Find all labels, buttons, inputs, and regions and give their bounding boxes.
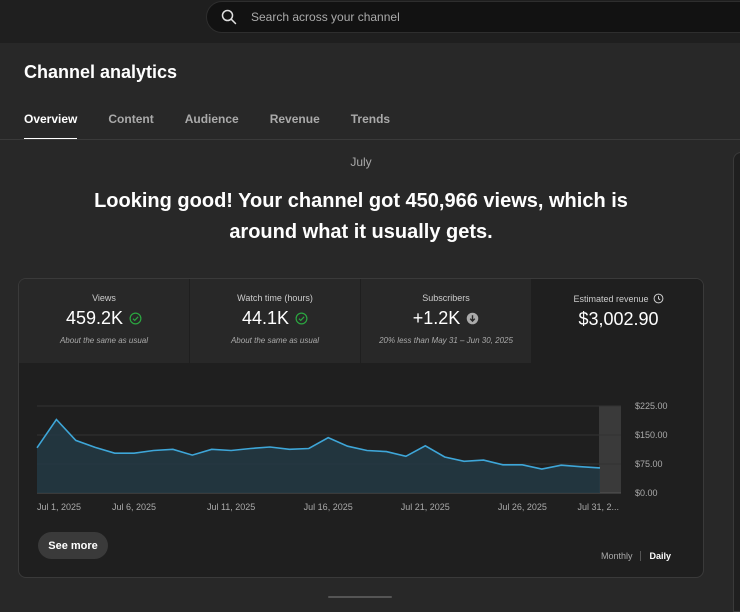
revenue-chart[interactable]: $225.00 $150.00 $75.00 $0.00 Jul 1, 2025 Jul … bbox=[19, 363, 704, 523]
see-more-button[interactable]: See more bbox=[38, 532, 108, 559]
metric-watch-time[interactable]: Watch time (hours) 44.1K About the same … bbox=[190, 279, 361, 363]
y-tick-label: $0.00 bbox=[635, 488, 658, 498]
search-icon bbox=[221, 9, 237, 25]
page-title: Channel analytics bbox=[24, 62, 178, 82]
metrics-row: Views 459.2K About the same as usual Wat… bbox=[19, 279, 703, 363]
metric-label: Subscribers bbox=[422, 293, 470, 303]
arrow-down-circle-icon bbox=[467, 312, 479, 325]
tabs-divider bbox=[0, 139, 740, 140]
today-highlight-band bbox=[599, 406, 621, 493]
x-tick-label: Jul 6, 2025 bbox=[112, 502, 156, 512]
tab-revenue[interactable]: Revenue bbox=[270, 112, 320, 140]
x-tick-label: Jul 1, 2025 bbox=[37, 502, 81, 512]
monthly-option[interactable]: Monthly bbox=[601, 551, 633, 561]
metric-note: 20% less than May 31 – Jun 30, 2025 bbox=[379, 336, 513, 345]
metric-value: $3,002.90 bbox=[578, 309, 659, 329]
x-tick-label: Jul 26, 2025 bbox=[498, 502, 547, 512]
top-bar bbox=[0, 0, 740, 43]
tab-audience[interactable]: Audience bbox=[185, 112, 239, 140]
search-input[interactable] bbox=[251, 10, 671, 24]
metric-value: +1.2K bbox=[412, 308, 461, 328]
toggle-divider bbox=[640, 551, 642, 561]
side-panel-edge bbox=[733, 152, 740, 612]
tab-trends[interactable]: Trends bbox=[351, 112, 390, 140]
metric-label: Estimated revenue bbox=[573, 293, 649, 304]
check-circle-icon bbox=[295, 312, 308, 325]
y-tick-label: $225.00 bbox=[635, 401, 668, 411]
tab-content[interactable]: Content bbox=[108, 112, 153, 140]
x-tick-label: Jul 11, 2025 bbox=[207, 502, 255, 512]
metric-views[interactable]: Views 459.2K About the same as usual bbox=[19, 279, 190, 363]
scroll-indicator bbox=[328, 596, 392, 598]
granularity-toggle: Monthly Daily bbox=[601, 551, 671, 561]
tab-overview[interactable]: Overview bbox=[24, 112, 78, 140]
metric-label: Watch time (hours) bbox=[237, 293, 313, 303]
metric-label: Views bbox=[92, 293, 116, 303]
metric-estimated-revenue[interactable]: Estimated revenue $3,002.90 bbox=[532, 279, 703, 363]
x-tick-label: Jul 21, 2025 bbox=[401, 502, 450, 512]
y-tick-label: $75.00 bbox=[635, 459, 663, 469]
x-tick-label: Jul 16, 2025 bbox=[304, 502, 353, 512]
search-box[interactable] bbox=[206, 1, 740, 33]
summary-headline: Looking good! Your channel got 450,966 v… bbox=[94, 190, 628, 243]
daily-option[interactable]: Daily bbox=[649, 551, 671, 561]
metric-subscribers[interactable]: Subscribers +1.2K 20% less than May 31 –… bbox=[361, 279, 532, 363]
clock-icon bbox=[653, 293, 663, 304]
check-circle-icon bbox=[129, 312, 142, 325]
metric-value: 44.1K bbox=[241, 308, 290, 328]
period-label: July bbox=[350, 155, 372, 169]
overview-card: Views 459.2K About the same as usual Wat… bbox=[18, 278, 704, 578]
x-tick-label: Jul 31, 2... bbox=[577, 502, 619, 512]
metric-note: About the same as usual bbox=[230, 336, 320, 345]
y-tick-label: $150.00 bbox=[635, 430, 668, 440]
metric-value: 459.2K bbox=[65, 308, 124, 328]
series-area bbox=[37, 419, 600, 493]
metric-note: About the same as usual bbox=[59, 336, 149, 345]
analytics-tabs: Overview Content Audience Revenue Trends bbox=[24, 112, 421, 140]
